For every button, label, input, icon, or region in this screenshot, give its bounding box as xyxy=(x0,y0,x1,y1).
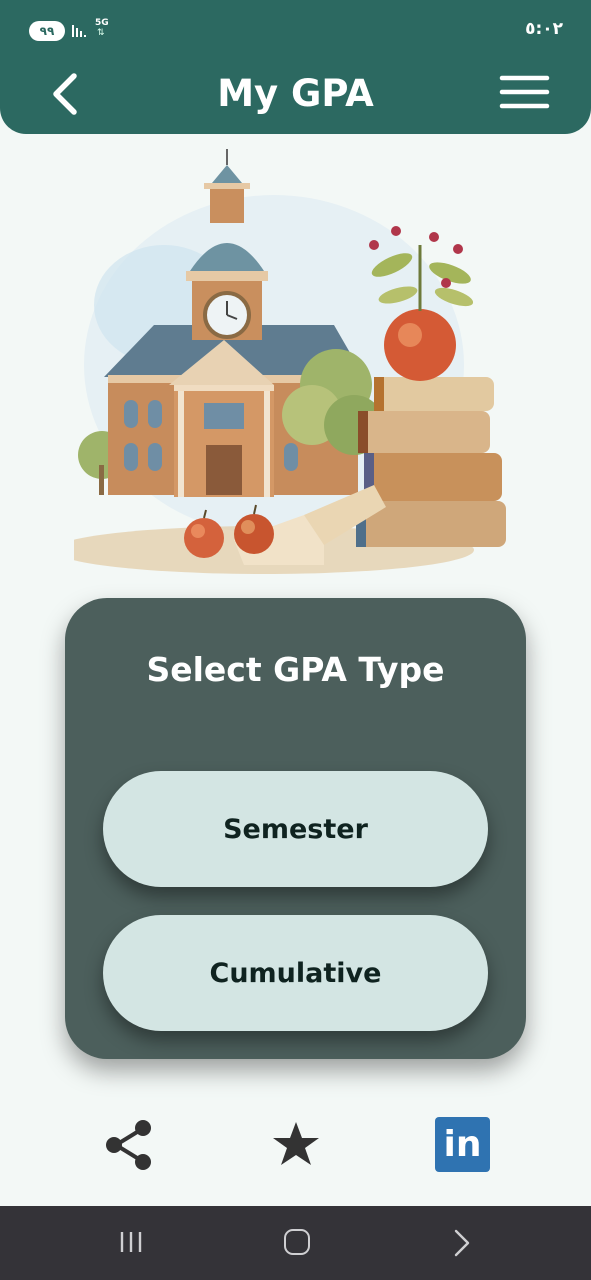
menu-button[interactable] xyxy=(497,70,553,114)
recent-apps-icon xyxy=(120,1232,142,1252)
status-bar: ٩٩ 5G ⇅ ٥:٠٢ xyxy=(0,0,591,60)
nav-back-icon xyxy=(454,1229,470,1257)
card-title: Select GPA Type xyxy=(146,650,445,689)
system-back-button[interactable] xyxy=(450,1228,474,1258)
star-icon xyxy=(273,1122,319,1165)
cumulative-button[interactable]: Cumulative xyxy=(103,915,488,1031)
share-icon xyxy=(106,1120,151,1170)
semester-button[interactable]: Semester xyxy=(103,771,488,887)
status-clock: ٥:٠٢ xyxy=(525,19,563,39)
network-type: 5G xyxy=(95,18,109,28)
app-header: ٩٩ 5G ⇅ ٥:٠٢ My GPA xyxy=(0,0,591,134)
data-transfer-icon: ⇅ xyxy=(97,28,105,38)
school-illustration xyxy=(74,149,506,574)
hamburger-menu-icon xyxy=(499,75,550,109)
battery-indicator: ٩٩ xyxy=(29,21,65,41)
linkedin-button[interactable]: in xyxy=(435,1117,490,1172)
share-button[interactable] xyxy=(104,1119,154,1171)
recent-apps-button[interactable] xyxy=(118,1230,146,1254)
home-button[interactable] xyxy=(284,1229,310,1255)
rate-button[interactable] xyxy=(270,1118,322,1170)
signal-icon xyxy=(72,25,86,37)
